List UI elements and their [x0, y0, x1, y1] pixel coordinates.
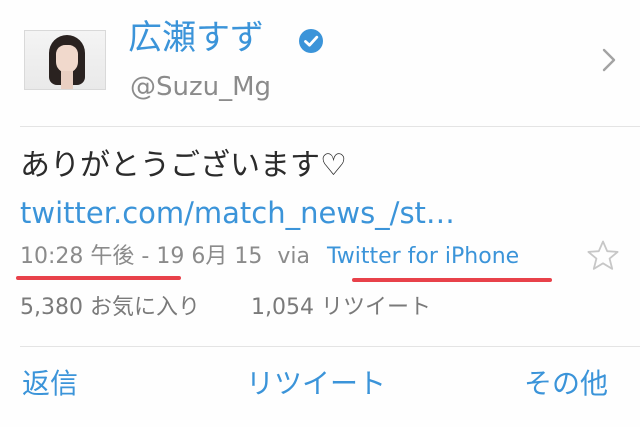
user-header[interactable]: 広瀬すず @Suzu_Mg [0, 0, 640, 126]
tweet-detail-screen: 広瀬すず @Suzu_Mg ありがとうございます♡ twitter.com/ma… [0, 0, 640, 427]
header-divider [20, 126, 640, 127]
action-bar: 返信 リツイート その他 [0, 352, 640, 416]
favorites-count[interactable]: 5,380 お気に入り [20, 292, 200, 324]
tweet-date: - 19 6月 15 [141, 244, 263, 269]
more-button[interactable]: その他 [524, 364, 608, 404]
actions-divider [20, 346, 640, 347]
tweet-time: 10:28 午後 [20, 244, 135, 269]
star-icon[interactable] [585, 238, 621, 274]
tweet-text: ありがとうございます♡ [20, 148, 347, 183]
chevron-right-icon[interactable] [600, 46, 618, 74]
source-annotation-underline [352, 278, 552, 282]
tweet-link[interactable]: twitter.com/match_news_/st… [20, 194, 455, 232]
tweet-via-label: via [277, 244, 310, 269]
avatar-face [56, 45, 78, 73]
verified-badge-icon [299, 29, 323, 53]
tweet-stats: 5,380 お気に入り 1,054 リツイート [20, 292, 431, 324]
retweets-count[interactable]: 1,054 リツイート [251, 292, 431, 324]
tweet-meta: 10:28 午後 - 19 6月 15 via Twitter for iPho… [20, 240, 519, 274]
user-handle[interactable]: @Suzu_Mg [130, 72, 271, 102]
time-annotation-underline [16, 276, 181, 280]
avatar-neck [61, 71, 73, 89]
display-name[interactable]: 広瀬すず [128, 18, 264, 58]
avatar[interactable] [24, 30, 106, 90]
tweet-source-link[interactable]: Twitter for iPhone [327, 240, 519, 274]
retweet-button[interactable]: リツイート [246, 364, 386, 404]
reply-button[interactable]: 返信 [22, 364, 78, 404]
